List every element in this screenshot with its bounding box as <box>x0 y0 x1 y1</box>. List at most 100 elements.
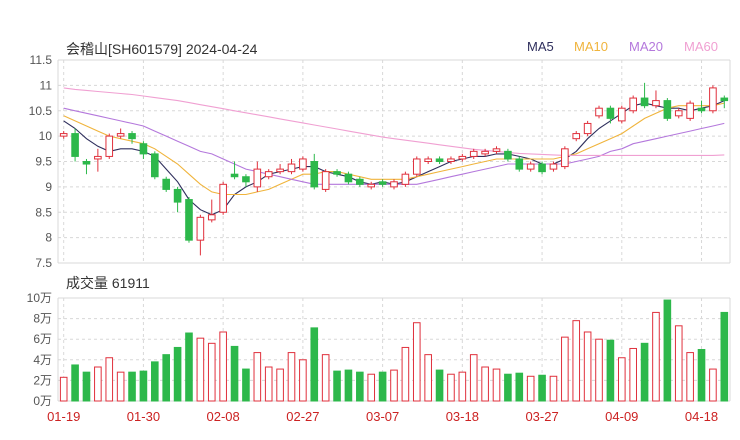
candle-body <box>321 171 330 190</box>
candle-body <box>94 155 102 160</box>
candle-body <box>526 163 535 170</box>
candle-body <box>458 155 467 160</box>
candle-body <box>390 181 398 188</box>
volume-bar <box>435 369 444 402</box>
candle-body <box>561 148 569 168</box>
candle-body <box>173 188 182 203</box>
volume-bar <box>538 374 546 402</box>
volume-bar <box>82 371 91 402</box>
x-tick-label: 03-18 <box>446 409 479 424</box>
volume-bar <box>492 368 501 402</box>
candle-body <box>185 199 193 241</box>
candle-body <box>287 163 296 173</box>
candle-body <box>663 100 672 119</box>
volume-bar <box>276 368 284 402</box>
candle-body <box>276 168 284 173</box>
candle-body <box>242 176 250 183</box>
volume-bar <box>344 369 353 402</box>
candle-body <box>356 178 364 185</box>
volume-bar <box>606 339 615 402</box>
candle-body <box>196 216 205 241</box>
candle-body <box>253 168 262 188</box>
candle-body <box>492 148 501 152</box>
candle-body <box>595 107 603 117</box>
candle-body <box>447 158 455 162</box>
candle-body <box>435 158 444 162</box>
candle-body <box>697 107 706 112</box>
x-tick-label: 01-30 <box>127 409 160 424</box>
volume-bar <box>447 373 455 402</box>
volume-bar <box>253 352 262 402</box>
candle-body <box>333 171 341 175</box>
candle-body <box>310 161 319 188</box>
volume-bar <box>59 376 68 402</box>
volume-bar <box>583 331 592 402</box>
candle-body <box>469 150 478 157</box>
volume-bar <box>549 375 558 402</box>
volume-bar <box>515 372 524 402</box>
x-tick-label: 01-19 <box>47 409 80 424</box>
volume-bar <box>356 371 364 402</box>
x-tick-label: 04-09 <box>605 409 638 424</box>
volume-bar <box>504 373 512 402</box>
volume-tick-label: 0万 <box>33 394 52 408</box>
volume-tick-label: 8万 <box>33 312 52 326</box>
candle-body <box>606 107 615 119</box>
price-tick-label: 7.5 <box>35 256 52 270</box>
candle-body <box>504 150 512 160</box>
volume-bar <box>617 357 626 402</box>
ma-line-ma60 <box>63 87 725 156</box>
candle-body <box>116 133 125 137</box>
volume-tick-label: 10万 <box>27 291 52 305</box>
volume-bar <box>151 361 159 402</box>
volume-bar <box>333 370 341 402</box>
volume-bar <box>185 332 193 402</box>
candle-body <box>583 122 592 135</box>
x-tick-label: 02-27 <box>286 409 319 424</box>
volume-bar <box>321 354 330 402</box>
x-tick-label: 03-27 <box>525 409 558 424</box>
volume-bar <box>242 368 250 402</box>
volume-bar <box>71 364 79 402</box>
volume-bar <box>310 327 319 402</box>
candle-body <box>674 110 683 117</box>
x-tick-label: 03-07 <box>366 409 399 424</box>
volume-tick-label: 2万 <box>33 373 52 387</box>
volume-bar <box>173 346 182 402</box>
price-tick-label: 8 <box>45 231 52 245</box>
candle-body <box>59 133 68 137</box>
candle-body <box>299 158 307 170</box>
volume-bar <box>264 366 273 402</box>
volume-bar <box>469 354 478 402</box>
volume-bar <box>652 311 660 402</box>
candle-body <box>538 163 546 173</box>
volume-bar <box>367 373 376 402</box>
candle-body <box>230 173 239 178</box>
candle-body <box>207 214 216 221</box>
volume-bar <box>526 375 535 402</box>
candle-body <box>378 181 387 185</box>
volume-bar <box>116 371 125 402</box>
volume-bar <box>196 337 205 402</box>
volume-bar <box>230 345 239 402</box>
volume-bar <box>401 346 410 402</box>
volume-bar <box>378 371 387 402</box>
price-tick-label: 11.5 <box>30 53 53 67</box>
candle-body <box>617 107 626 122</box>
candle-body <box>572 133 581 140</box>
candle-body <box>128 133 136 140</box>
volume-bar <box>663 299 672 402</box>
candle-body <box>424 158 432 162</box>
volume-bar <box>686 352 694 402</box>
price-tick-label: 10 <box>39 129 53 143</box>
volume-bar <box>572 320 581 402</box>
volume-bar <box>299 359 307 402</box>
x-tick-label: 02-08 <box>207 409 240 424</box>
stock-chart: 会稽山[SH601579] 2024-04-24 MA5 MA10 MA20 M… <box>0 0 740 440</box>
volume-bar <box>390 369 398 402</box>
candle-body <box>709 87 717 112</box>
volume-bar <box>139 370 148 402</box>
candle-body <box>549 163 558 170</box>
volume-tick-label: 6万 <box>33 332 52 346</box>
volume-bar <box>424 354 432 402</box>
